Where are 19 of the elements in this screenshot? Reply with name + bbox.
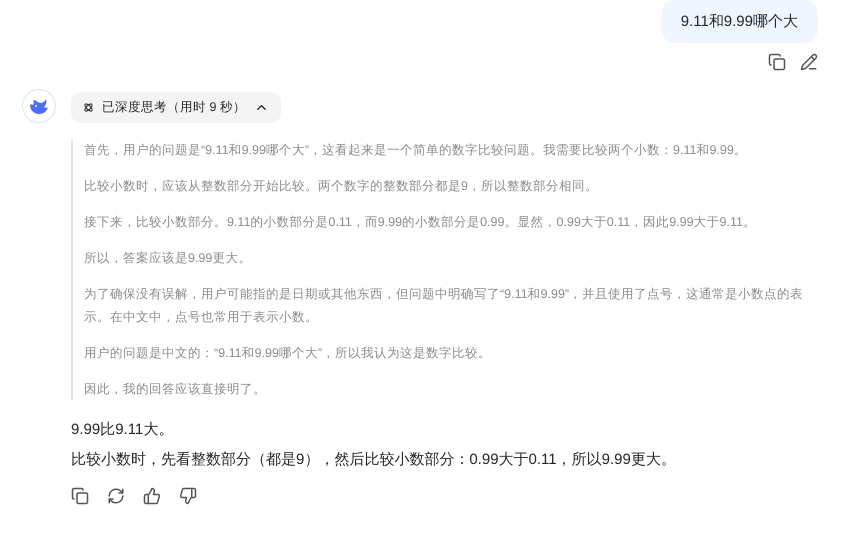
answer-text: 9.99比9.11大。 <box>71 420 174 440</box>
thinking-paragraph: 因此，我的回答应该直接明了。 <box>84 381 267 398</box>
thinking-paragraph: 首先，用户的问题是“9.11和9.99哪个大”，这看起来是一个简单的数字比较问题。我需要比较两个小数：9.11和9.99。 <box>84 142 748 159</box>
thinking-toggle[interactable]: 已深度思考（用时 9 秒） <box>71 92 281 123</box>
thinking-paragraph: 用户的问题是中文的：“9.11和9.99哪个大”，所以我认为这是数字比较。 <box>84 345 492 362</box>
thinking-paragraph: 比较小数时，应该从整数部分开始比较。两个数字的整数部分都是9，所以整数部分相同。 <box>84 178 599 195</box>
thinking-paragraph: 接下来，比较小数部分。9.11的小数部分是0.11，而9.99的小数部分是0.99。显然，0.99大于0.11，因此9.99大于9.11。 <box>84 214 757 231</box>
answer-text: 比较小数时，先看整数部分（都是9），然后比较小数部分：0.99大于0.11，所以9.99更大。 <box>71 450 677 470</box>
copy-icon[interactable] <box>768 53 786 71</box>
edit-icon[interactable] <box>800 53 818 71</box>
thumbs-up-icon[interactable] <box>143 487 161 505</box>
atom-icon <box>83 102 94 113</box>
thumbs-down-icon[interactable] <box>179 487 197 505</box>
thinking-paragraph: 所以，答案应该是9.99更大。 <box>84 250 252 267</box>
copy-icon[interactable] <box>71 487 89 505</box>
thinking-paragraph: 为了确保没有误解，用户可能指的是日期或其他东西，但问题中明确写了“9.11和9.99”，并且使用了点号，这通常是小数点的表示。在中文中，点号也常用于表示小数。 <box>84 286 804 326</box>
regenerate-icon[interactable] <box>107 487 125 505</box>
user-message: 9.11和9.99哪个大 <box>660 0 818 43</box>
whale-icon <box>28 97 50 115</box>
